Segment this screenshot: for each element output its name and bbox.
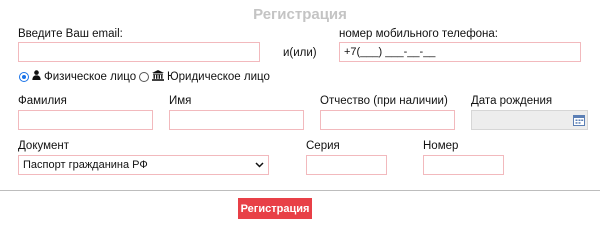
document-select[interactable]: Паспорт гражданина РФ xyxy=(18,155,269,175)
lastname-field[interactable] xyxy=(18,110,153,130)
number-label: Номер xyxy=(423,140,459,152)
calendar-icon[interactable] xyxy=(573,114,585,126)
divider xyxy=(0,190,600,191)
number-field[interactable] xyxy=(423,155,504,175)
legal-label: Юридическое лицо xyxy=(167,71,270,83)
email-label: Введите Ваш email: xyxy=(18,28,123,40)
series-label: Серия xyxy=(306,140,340,152)
patronymic-field[interactable] xyxy=(320,110,455,130)
email-field[interactable] xyxy=(18,42,260,62)
chevron-down-icon xyxy=(255,159,264,171)
individual-label: Физическое лицо xyxy=(44,70,137,83)
register-button[interactable]: Регистрация xyxy=(238,198,312,219)
or-text: и(или) xyxy=(283,47,317,59)
person-type-legal[interactable]: Юридическое лицо xyxy=(139,70,270,84)
individual-radio[interactable] xyxy=(19,71,29,82)
phone-field[interactable] xyxy=(339,42,581,62)
document-selected-value: Паспорт гражданина РФ xyxy=(23,159,148,171)
birthdate-label: Дата рождения xyxy=(471,95,553,107)
phone-label: номер мобильного телефона: xyxy=(339,28,498,40)
person-type-individual[interactable]: Физическое лицо xyxy=(19,70,136,83)
birthdate-field[interactable] xyxy=(471,110,588,130)
page-title: Регистрация xyxy=(253,6,347,23)
document-label: Документ xyxy=(18,140,70,152)
firstname-field[interactable] xyxy=(169,110,304,130)
institution-icon xyxy=(152,70,164,84)
patronymic-label: Отчество (при наличии) xyxy=(320,95,448,107)
person-icon xyxy=(32,70,41,83)
firstname-label: Имя xyxy=(169,95,192,107)
legal-radio[interactable] xyxy=(139,72,149,82)
series-field[interactable] xyxy=(306,155,387,175)
lastname-label: Фамилия xyxy=(18,95,67,107)
